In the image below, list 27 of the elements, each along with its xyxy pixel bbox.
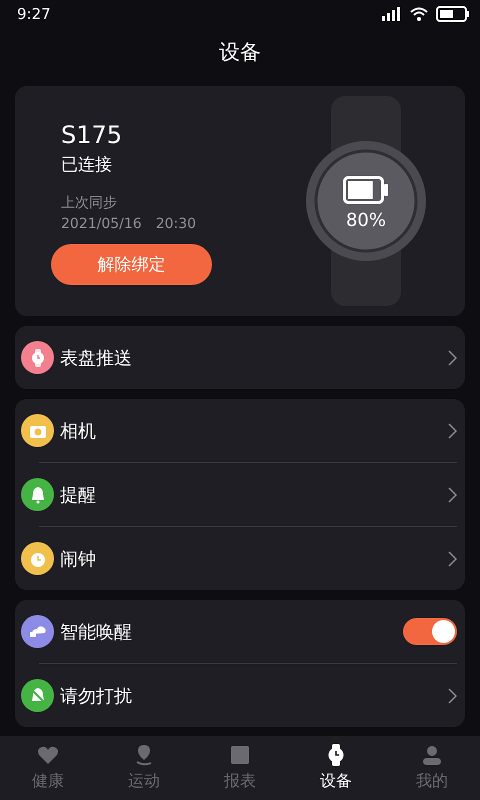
chevron-right-icon <box>448 550 457 566</box>
sync-label: 上次同步 <box>61 194 117 212</box>
menu-item-label[interactable]: 相机 <box>60 418 448 442</box>
sync-date: 2021/05/16 <box>61 216 142 232</box>
heart-icon <box>37 744 59 766</box>
status-time: 9:27 <box>17 5 51 23</box>
chevron-right-icon <box>448 486 457 502</box>
battery-icon <box>436 6 470 22</box>
toggle-switch[interactable] <box>403 618 457 645</box>
menu-item-label[interactable]: 表盘推送 <box>60 346 448 370</box>
connection-status: 已连接 <box>61 154 112 176</box>
menu-item-label[interactable]: 智能唤醒 <box>60 620 403 644</box>
chevron-right-icon <box>448 422 457 438</box>
signal-icon <box>382 7 402 21</box>
tab[interactable]: 设备 <box>288 736 384 800</box>
device-name: S175 <box>61 121 122 149</box>
chevron-right-icon <box>448 350 457 366</box>
wifi-icon <box>410 7 428 21</box>
page-title: 设备 <box>219 39 261 66</box>
sync-time: 20:30 <box>156 216 196 232</box>
menu-item-label[interactable]: 请勿打扰 <box>60 684 448 708</box>
battery-percentage: 80% <box>346 210 386 231</box>
battery-icon <box>343 176 389 204</box>
chevron-right-icon <box>448 688 457 704</box>
menu-item-label[interactable]: 闹钟 <box>60 546 448 570</box>
menu-item-label[interactable]: 提醒 <box>60 482 448 506</box>
person-icon <box>421 744 443 766</box>
